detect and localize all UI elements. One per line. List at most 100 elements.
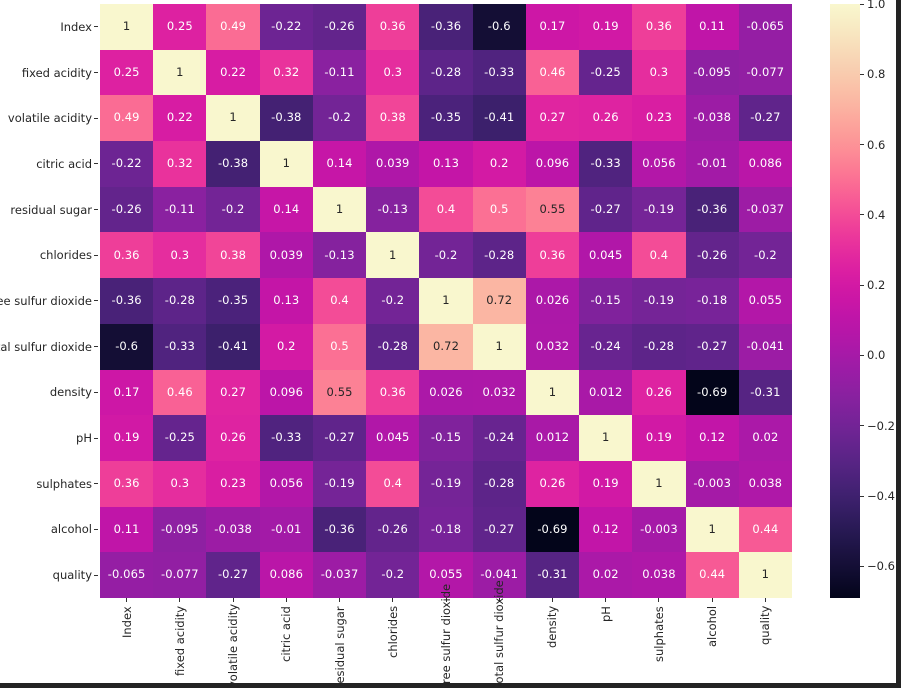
heatmap-cell-value: -0.065 (746, 19, 785, 34)
heatmap-cell-value: -0.28 (643, 338, 675, 353)
heatmap-cell: 0.13 (259, 278, 313, 324)
y-axis-label-6: free sulfur dioxide (0, 293, 92, 308)
figure-frame: Index fixed acidity volatile acidity citric… (0, 0, 901, 688)
y-axis-label-4: residual sugar (10, 202, 92, 217)
heatmap-cell: -0.28 (632, 323, 686, 370)
heatmap-cell-value: 0.045 (376, 430, 410, 445)
heatmap-cell: -0.037 (738, 186, 792, 233)
heatmap-cell-value: -0.19 (643, 293, 675, 308)
heatmap-cell-value: -0.003 (640, 521, 678, 536)
colorbar-tick-2: 0.6 (860, 138, 885, 152)
heatmap-cell-value: 0.22 (220, 64, 247, 79)
heatmap-cell-value: 0.49 (220, 19, 247, 34)
heatmap-cell-value: 0.3 (383, 64, 403, 79)
heatmap-cell-value: -0.077 (746, 64, 785, 79)
heatmap-cell-value: 1 (708, 521, 716, 536)
heatmap-cell-value: -0.065 (107, 567, 146, 582)
heatmap-cell: -0.41 (206, 323, 260, 370)
heatmap-cell: -0.037 (312, 552, 367, 598)
heatmap-cell-value: -0.38 (271, 110, 302, 125)
heatmap-cell: 0.2 (259, 323, 313, 370)
heatmap-cell: -0.065 (100, 552, 154, 598)
heatmap-cell-value: -0.24 (590, 338, 621, 353)
heatmap-cell: 0.36 (366, 369, 420, 416)
heatmap-cell-value: 0.36 (113, 476, 140, 491)
heatmap-cell-value: -0.26 (377, 521, 408, 536)
heatmap-cell: -0.13 (366, 186, 420, 233)
heatmap-cell-value: -0.037 (320, 567, 359, 582)
heatmap-cell-value: 0.3 (649, 64, 669, 79)
heatmap-cell: -0.33 (579, 141, 633, 187)
heatmap-cell: -0.35 (206, 278, 260, 324)
heatmap-cell: 0.46 (153, 369, 207, 416)
heatmap-cell: -0.19 (419, 460, 473, 507)
heatmap-cell-value: 0.36 (113, 247, 140, 262)
heatmap-cell: 0.4 (366, 460, 420, 507)
heatmap-cell: -0.11 (153, 186, 207, 233)
heatmap-cell: 0.72 (472, 278, 526, 324)
heatmap-cell-value: -0.13 (324, 247, 355, 262)
colorbar-tick-label-4: 0.2 (867, 278, 886, 293)
heatmap-cell: -0.35 (419, 95, 473, 142)
x-axis-tick-9 (579, 598, 632, 604)
heatmap-cell-value: -0.095 (161, 521, 199, 536)
colorbar-tick-4: 0.2 (860, 278, 885, 292)
heatmap-cell: 0.27 (525, 95, 580, 142)
heatmap-cell: -0.095 (153, 506, 207, 553)
colorbar-tick-label-0: 1.0 (867, 0, 886, 11)
heatmap-cell-value: 0.2 (277, 338, 296, 353)
heatmap-cell: 0.17 (525, 4, 580, 50)
heatmap-cell-value: 1 (282, 156, 291, 171)
heatmap-cell: -0.18 (419, 506, 473, 553)
heatmap-cell: 0.36 (100, 460, 154, 507)
heatmap-cell: -0.19 (632, 278, 686, 324)
x-axis-label-wrap-6: free sulfur dioxide (419, 584, 472, 688)
heatmap-cell: -0.24 (579, 323, 633, 370)
x-axis-label-wrap-10: sulphates (632, 606, 685, 688)
y-axis-label-8: density (49, 385, 92, 400)
heatmap-cell-value: 1 (548, 384, 557, 399)
heatmap-cell-value: -0.18 (430, 521, 462, 536)
heatmap-cell: 0.5 (312, 323, 367, 370)
heatmap-cell: 0.4 (419, 186, 473, 233)
heatmap-cell-value: 0.096 (269, 384, 304, 399)
heatmap-cell-value: 0.26 (220, 430, 247, 445)
heatmap-cell-value: 0.038 (642, 567, 676, 582)
heatmap-cell-value: -0.33 (164, 338, 195, 353)
heatmap-cell: 0.22 (153, 95, 207, 142)
heatmap-cell-value: 0.38 (220, 247, 247, 262)
heatmap-cell: 0.32 (259, 49, 313, 96)
colorbar-tick-label-2: 0.6 (867, 137, 886, 152)
heatmap-cell: 0.19 (579, 460, 633, 507)
heatmap-cell-value: 0.32 (166, 156, 193, 171)
colorbar-tick-label-8: −0.6 (867, 559, 895, 574)
heatmap-cell: -0.69 (525, 506, 580, 553)
heatmap-cell: 0.086 (738, 141, 792, 187)
heatmap-cell: 0.02 (579, 552, 633, 598)
heatmap-cell: -0.26 (100, 186, 154, 233)
heatmap-cell-value: 0.5 (489, 201, 509, 216)
colorbar-tick-1: 0.8 (860, 67, 885, 81)
x-axis-label-12: quality (758, 606, 773, 646)
x-axis-label-wrap-5: chlorides (366, 606, 419, 688)
heatmap-cell: -0.26 (312, 4, 367, 50)
y-axis-label-2: volatile acidity (7, 111, 92, 126)
x-axis-label-wrap-0: Index (100, 606, 153, 688)
x-axis-tick-labels: Index fixed acidity volatile acidity citric… (100, 580, 792, 688)
heatmap-cell: -0.38 (206, 141, 260, 187)
heatmap-cell-value: -0.2 (381, 567, 405, 582)
heatmap-cell-value: 0.12 (592, 521, 619, 536)
heatmap-cell-value: -0.69 (697, 384, 728, 399)
heatmap-cell: 0.46 (525, 49, 580, 96)
x-axis-tick-8 (526, 598, 579, 604)
x-axis-label-10: sulphates (651, 606, 666, 662)
heatmap-cell-value: 0.19 (592, 476, 619, 491)
heatmap-cell: -0.13 (312, 232, 367, 279)
heatmap-cell-value: 0.039 (269, 247, 304, 262)
heatmap-cell: -0.15 (579, 278, 633, 324)
heatmap-cell-value: 0.14 (273, 201, 300, 216)
y-axis-label-10: sulphates (36, 476, 92, 491)
heatmap-cell-value: -0.28 (484, 476, 515, 491)
heatmap-cell: 1 (472, 323, 526, 370)
heatmap-cell: -0.28 (472, 232, 526, 279)
